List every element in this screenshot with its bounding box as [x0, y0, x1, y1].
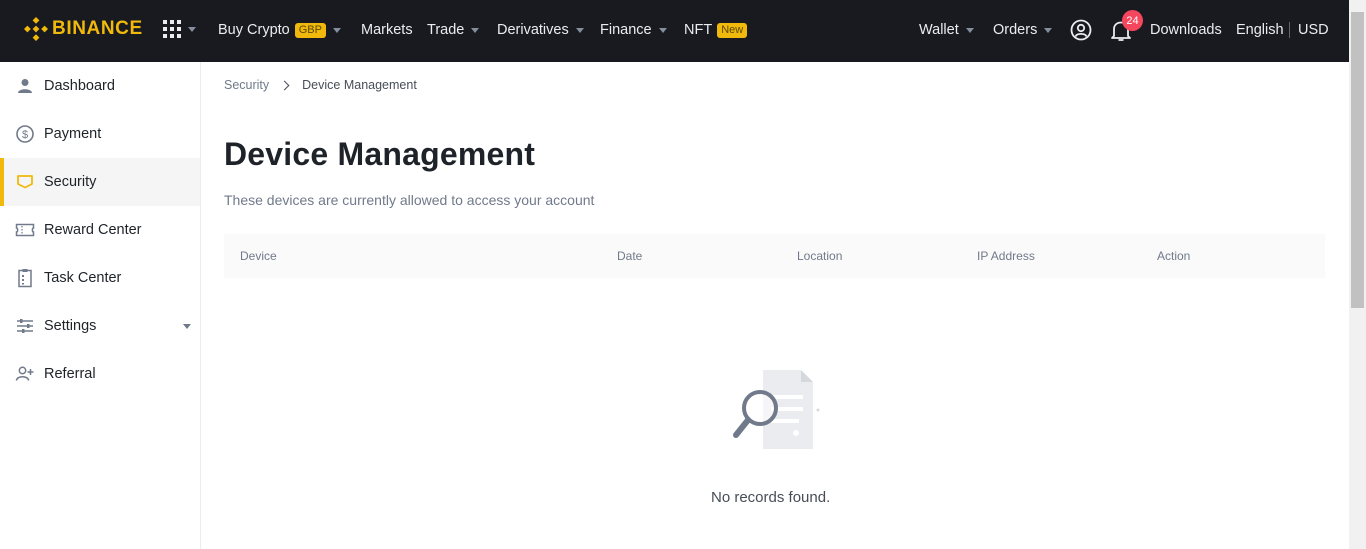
divider: [1289, 22, 1290, 38]
sidebar-item-reward-center[interactable]: Reward Center: [0, 206, 200, 254]
chevron-down-icon: [575, 27, 584, 33]
nav-buy-crypto[interactable]: Buy Crypto GBP: [218, 22, 341, 38]
vertical-scrollbar[interactable]: [1349, 0, 1366, 549]
ticket-icon: [15, 223, 35, 237]
empty-state-illustration: [731, 367, 821, 457]
language-selector[interactable]: English: [1236, 22, 1284, 38]
nav-buy-crypto-label: Buy Crypto: [218, 22, 290, 38]
empty-state-message: No records found.: [711, 489, 831, 506]
chevron-right-icon: [279, 80, 290, 90]
svg-text:$: $: [22, 129, 28, 141]
orders-menu[interactable]: Orders: [993, 22, 1053, 38]
sidebar-item-label: Dashboard: [44, 78, 115, 94]
sidebar-item-task-center[interactable]: Task Center: [0, 254, 200, 302]
binance-logo[interactable]: BINANCE: [24, 17, 143, 41]
nav-trade-label: Trade: [427, 22, 465, 38]
apps-menu-button[interactable]: [163, 20, 196, 38]
user-plus-icon: [15, 366, 34, 381]
devices-table-header: Device Date Location IP Address Action: [224, 234, 1325, 278]
main-content: Security Device Management Device Manage…: [201, 62, 1349, 549]
downloads-link[interactable]: Downloads: [1150, 22, 1222, 38]
page-subtitle: These devices are currently allowed to a…: [224, 192, 595, 208]
column-header-location: Location: [797, 249, 843, 263]
clipboard-icon: [18, 269, 32, 288]
sidebar-item-label: Referral: [44, 366, 96, 382]
sidebar-item-settings[interactable]: Settings: [0, 302, 200, 350]
currency-label: USD: [1298, 22, 1329, 38]
sidebar-item-label: Task Center: [44, 270, 122, 286]
dollar-circle-icon: $: [16, 125, 34, 143]
breadcrumb-security-link[interactable]: Security: [224, 78, 269, 92]
nav-markets[interactable]: Markets: [361, 22, 413, 38]
sidebar-item-referral[interactable]: Referral: [0, 350, 200, 398]
profile-button[interactable]: [1070, 19, 1092, 41]
search-document-icon: [733, 370, 820, 449]
breadcrumb: Security Device Management: [224, 78, 417, 92]
nav-finance-label: Finance: [600, 22, 652, 38]
sidebar: Dashboard $ Payment Security Reward Cent…: [0, 62, 201, 549]
chevron-down-icon: [471, 27, 480, 33]
chevron-down-icon: [658, 27, 667, 33]
nav-trade[interactable]: Trade: [427, 22, 480, 38]
column-header-action: Action: [1157, 249, 1191, 263]
top-navigation-bar: BINANCE Buy Crypto GBP Markets Trade Der…: [0, 0, 1349, 62]
binance-diamond-icon: [24, 17, 48, 41]
scrollbar-thumb[interactable]: [1351, 12, 1364, 308]
user-circle-icon: [1070, 19, 1092, 41]
sidebar-item-dashboard[interactable]: Dashboard: [0, 62, 200, 110]
currency-tag: GBP: [294, 22, 326, 38]
sidebar-item-payment[interactable]: $ Payment: [0, 110, 200, 158]
currency-selector[interactable]: USD: [1298, 22, 1329, 38]
sidebar-item-label: Settings: [44, 318, 97, 334]
nav-nft[interactable]: NFT New: [684, 22, 748, 38]
page-title: Device Management: [224, 136, 536, 172]
breadcrumb-current: Device Management: [302, 78, 417, 92]
new-tag: New: [717, 22, 748, 38]
shield-icon: [17, 175, 33, 189]
sliders-icon: [17, 319, 33, 333]
nav-derivatives[interactable]: Derivatives: [497, 22, 584, 38]
chevron-down-icon: [965, 27, 974, 33]
sidebar-item-label: Security: [44, 174, 97, 190]
chevron-down-icon: [332, 27, 341, 33]
nav-nft-label: NFT: [684, 22, 713, 38]
sidebar-item-label: Reward Center: [44, 222, 142, 238]
wallet-label: Wallet: [919, 22, 959, 38]
brand-name: BINANCE: [52, 18, 143, 39]
nav-derivatives-label: Derivatives: [497, 22, 569, 38]
orders-label: Orders: [993, 22, 1038, 38]
downloads-label: Downloads: [1150, 22, 1222, 38]
sidebar-item-label: Payment: [44, 126, 102, 142]
grid-icon: [163, 20, 181, 38]
column-header-device: Device: [240, 249, 277, 263]
column-header-ip-address: IP Address: [977, 249, 1035, 263]
chevron-down-icon: [188, 26, 196, 32]
nav-finance[interactable]: Finance: [600, 22, 667, 38]
user-icon: [18, 79, 32, 93]
chevron-down-icon: [1044, 27, 1053, 33]
nav-markets-label: Markets: [361, 22, 413, 38]
chevron-down-icon: [183, 324, 191, 329]
wallet-menu[interactable]: Wallet: [919, 22, 974, 38]
sidebar-item-security[interactable]: Security: [0, 158, 200, 206]
notification-count-badge: 24: [1122, 10, 1143, 31]
column-header-date: Date: [617, 249, 643, 263]
language-label: English: [1236, 22, 1284, 38]
